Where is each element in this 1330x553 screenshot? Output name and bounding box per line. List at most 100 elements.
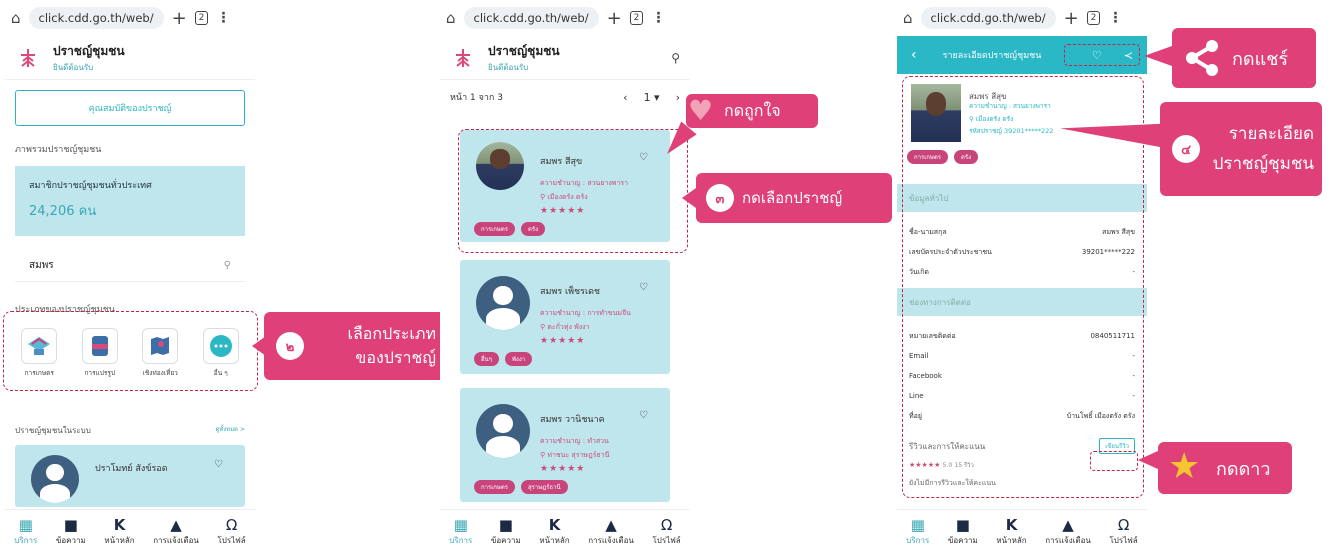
header-title: รายละเอียดปราชญ์ชุมชน [942,51,1042,61]
tag: พังงา [504,352,533,366]
tab-count[interactable]: 2 [629,11,644,25]
app-header: ปราชญ์ชุมชน ยินดีต้อนรับ ⚲ [440,36,690,80]
callout-select-sage: ๓ กดเลือกปราชญ์ [696,173,892,223]
nav-home[interactable]: K หน้าหลัก [539,516,569,547]
nav-label: ข้อความ [947,536,978,545]
home-k-icon: K [113,516,126,534]
chat-icon: ■ [955,516,970,534]
heart-icon[interactable]: ♡ [639,410,648,421]
app-subtitle: ยินดีต้อนรับ [488,62,529,72]
nav-profile[interactable]: Ω โปรไฟล์ [217,516,245,547]
next-page-icon[interactable]: › [676,91,680,104]
new-tab-icon[interactable]: + [172,8,187,29]
home-icon[interactable]: ⌂ [446,9,456,27]
card-name: สมพร เพ็ชรเดช [540,287,601,297]
pagination: หน้า 1 จาก 3 ‹ 1 ▾ › [440,80,690,114]
bell-icon: ▲ [605,516,617,534]
nav-label: โปรไฟล์ [217,536,246,545]
bell-icon: ▲ [1062,516,1074,534]
nav-notifications[interactable]: ▲ การแจ้งเตือน [588,516,634,547]
list-item[interactable]: ปราโมทย์ สังข์รอด ♡ [15,445,245,507]
nav-label: การแจ้งเตือน [1045,536,1091,545]
browser-bar: ⌂ click.cdd.go.th/web/ + 2 ⋮ [897,0,1147,36]
browser-bar: ⌂ click.cdd.go.th/web/ + 2 ⋮ [5,0,255,36]
home-k-icon: K [1005,516,1018,534]
nav-home[interactable]: K หน้าหลัก [104,516,134,547]
grid-icon: ▦ [910,516,925,534]
menu-icon[interactable]: ⋮ [651,10,665,26]
callout-text: เลือกประเภท [347,324,436,343]
nav-services[interactable]: ▦ บริการ [449,516,472,547]
logo-icon [450,45,476,71]
see-all-link[interactable]: ดูทั้งหมด > [215,424,245,437]
in-system-title: ปราชญ์ชุมชนในระบบ [15,426,91,435]
tab-count[interactable]: 2 [194,11,209,25]
grid-icon: ▦ [18,516,33,534]
step-4-badge: ๔ [1172,135,1200,163]
nav-label: โปรไฟล์ [652,536,681,545]
list-item[interactable]: สมพร เพ็ชรเดช ♡ ความชำนาญ : การทำขนมจีน … [460,260,670,374]
highlight-categories [3,311,258,391]
search-input[interactable]: สมพร ⚲ [15,250,245,282]
url-field[interactable]: click.cdd.go.th/web/ [28,7,164,29]
nav-home[interactable]: K หน้าหลัก [996,516,1026,547]
callout-text: กดแชร์ [1232,48,1289,70]
search-icon[interactable]: ⚲ [224,260,231,271]
prev-page-icon[interactable]: ‹ [623,91,627,104]
search-icon[interactable]: ⚲ [671,51,680,65]
phone-screen-list: ⌂ click.cdd.go.th/web/ + 2 ⋮ ปราชญ์ชุมชน… [440,0,690,553]
nav-label: หน้าหลัก [539,536,570,545]
menu-icon[interactable]: ⋮ [1108,10,1122,26]
nav-profile[interactable]: Ω โปรไฟล์ [1109,516,1137,547]
nav-profile[interactable]: Ω โปรไฟล์ [652,516,680,547]
nav-notifications[interactable]: ▲ การแจ้งเตือน [153,516,199,547]
nav-services[interactable]: ▦ บริการ [906,516,929,547]
bell-icon: ▲ [170,516,182,534]
nav-label: ข้อความ [55,536,86,545]
bottom-nav: ▦ บริการ ■ ข้อความ K หน้าหลัก ▲ การแจ้งเตือน… [897,509,1147,553]
callout-text: กดถูกใจ [724,100,781,120]
nav-label: การแจ้งเตือน [153,536,199,545]
new-tab-icon[interactable]: + [607,8,622,29]
step-3-badge: ๓ [706,184,734,212]
tab-count[interactable]: 2 [1086,11,1101,25]
avatar [31,455,79,503]
heart-icon[interactable]: ♡ [214,459,223,470]
bottom-nav: ▦ บริการ ■ ข้อความ K หน้าหลัก ▲ การแจ้งเตือน… [440,509,690,553]
url-field[interactable]: click.cdd.go.th/web/ [920,7,1056,29]
app-subtitle: ยินดีต้อนรับ [53,62,94,72]
callout-arrow [252,336,266,356]
heart-icon[interactable]: ♡ [639,282,648,293]
bottom-nav: ▦ บริการ ■ ข้อความ K หน้าหลัก ▲ การแจ้งเตือน… [5,509,255,553]
callout-arrow [1138,450,1160,470]
qualification-button[interactable]: คุณสมบัติของปราชญ์ [15,90,245,126]
phone-screen-home: ⌂ click.cdd.go.th/web/ + 2 ⋮ ปราชญ์ชุมชน… [5,0,255,553]
page-select[interactable]: 1 ▾ [644,91,660,104]
card-name: ปราโมทย์ สังข์รอด [95,464,168,474]
nav-messages[interactable]: ■ ข้อความ [56,516,86,547]
card-name: สมพร วานิชนาค [540,415,605,425]
url-field[interactable]: click.cdd.go.th/web/ [463,7,599,29]
home-icon[interactable]: ⌂ [903,9,913,27]
highlight-review [1090,451,1138,471]
nav-messages[interactable]: ■ ข้อความ [948,516,978,547]
tag: การเกษตร [474,480,515,494]
home-k-icon: K [548,516,561,534]
nav-services[interactable]: ▦ บริการ [14,516,37,547]
callout-text: กดเลือกปราชญ์ [742,189,843,207]
list-item[interactable]: สมพร วานิชนาค ♡ ความชำนาญ : ทำสวน ⚲ ท่าช… [460,388,670,502]
browser-bar: ⌂ click.cdd.go.th/web/ + 2 ⋮ [440,0,690,36]
callout-text: กดดาว [1216,458,1271,480]
nav-label: บริการ [449,536,473,545]
back-icon[interactable]: ‹ [911,47,917,63]
card-skill: ความชำนาญ : ทำสวน [540,437,609,445]
callout-text: รายละเอียด [1228,124,1314,144]
home-icon[interactable]: ⌂ [11,9,21,27]
nav-messages[interactable]: ■ ข้อความ [491,516,521,547]
menu-icon[interactable]: ⋮ [216,10,230,26]
callout-select-type: ๒ เลือกประเภท ของปราชญ์ [264,312,446,380]
callout-detail: ๔ รายละเอียด ปราชญ์ชุมชน [1160,102,1322,196]
highlight-share [1064,44,1140,66]
nav-notifications[interactable]: ▲ การแจ้งเตือน [1045,516,1091,547]
new-tab-icon[interactable]: + [1064,8,1079,29]
